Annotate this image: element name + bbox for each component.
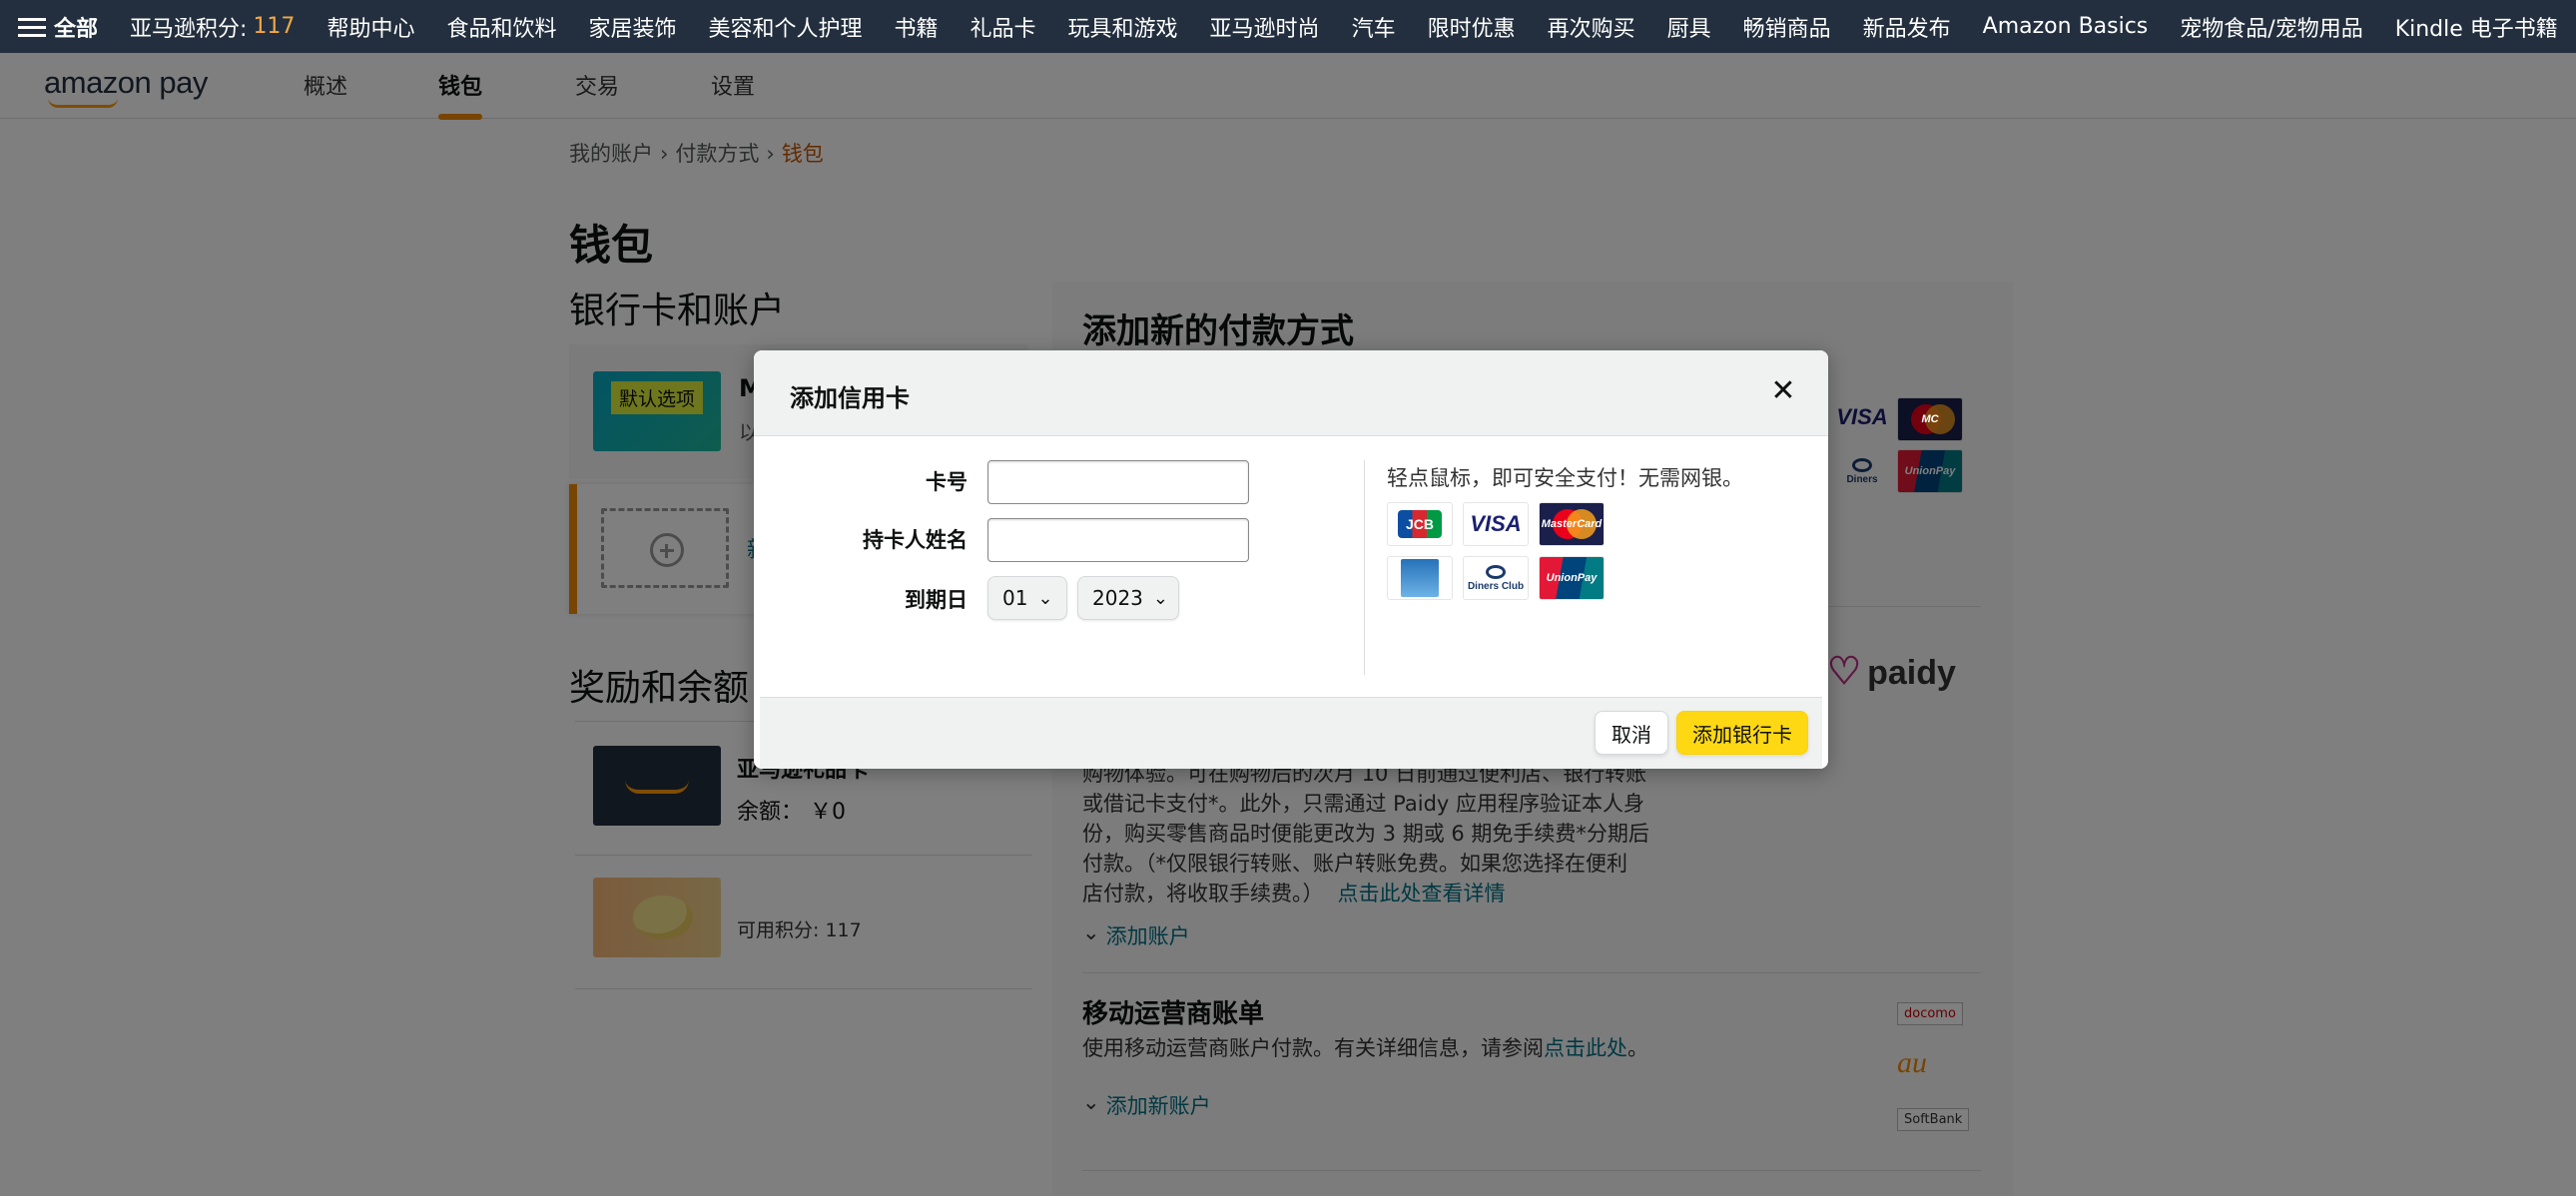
dialog-title: 添加信用卡 — [790, 384, 910, 412]
nav-item[interactable]: 宠物食品/宠物用品 — [2164, 0, 2378, 53]
card-number-input[interactable] — [987, 460, 1249, 504]
jcb-logo-text: JCB — [1397, 510, 1442, 538]
nav-item[interactable]: 厨具 — [1651, 0, 1727, 53]
dialog-footer: 取消 添加银行卡 — [760, 697, 1822, 769]
nav-item[interactable]: 玩具和游戏 — [1052, 0, 1194, 53]
points-label: 亚马逊积分: — [130, 16, 248, 42]
mastercard-logo-text: MasterCard — [1541, 518, 1603, 530]
amex-logo — [1387, 556, 1453, 600]
points-value: 117 — [253, 14, 296, 39]
expiry-label: 到期日 — [905, 588, 967, 612]
dialog-divider — [1364, 460, 1365, 675]
nav-item[interactable]: 限时优惠 — [1412, 0, 1532, 53]
card-number-label: 卡号 — [926, 470, 967, 494]
dialog-header: 添加信用卡 ✕ — [754, 350, 1828, 436]
nav-item[interactable]: 再次购买 — [1532, 0, 1651, 53]
jcb-logo: JCB — [1387, 502, 1453, 546]
nav-item[interactable]: 帮助中心 — [311, 0, 430, 53]
expiry-year-select[interactable]: 2023 ⌄ — [1077, 576, 1179, 620]
diners-logo-text: Diners Club — [1467, 580, 1525, 592]
mastercard-logo: MasterCard — [1539, 502, 1605, 546]
expiry-month-value: 01 — [1002, 586, 1028, 610]
nav-item[interactable]: 礼品卡 — [955, 0, 1052, 53]
nav-item[interactable]: 书籍 — [879, 0, 955, 53]
nav-item[interactable]: 畅销商品 — [1727, 0, 1847, 53]
close-icon[interactable]: ✕ — [1764, 372, 1802, 410]
expiry-month-select[interactable]: 01 ⌄ — [987, 576, 1067, 620]
points-link[interactable]: 亚马逊积分: 117 — [114, 0, 311, 53]
nav-item[interactable]: Kindle 电子书籍 — [2379, 0, 2574, 53]
hamburger-icon — [18, 16, 46, 38]
nav-item[interactable]: 新品发布 — [1847, 0, 1967, 53]
cancel-button[interactable]: 取消 — [1595, 711, 1668, 755]
nav-item[interactable]: 汽车 — [1336, 0, 1412, 53]
secure-pay-tip: 轻点鼠标，即可安全支付！无需网银。 — [1387, 466, 1743, 490]
nav-item[interactable]: 家居装饰 — [572, 0, 692, 53]
add-credit-card-dialog: 添加信用卡 ✕ 卡号 持卡人姓名 到期日 01 ⌄ 2023 ⌄ 轻点鼠标，即可安全… — [754, 350, 1828, 769]
nav-item[interactable]: 食品和饮料 — [430, 0, 572, 53]
all-menu-label: 全部 — [54, 16, 99, 42]
all-menu-button[interactable]: 全部 — [0, 0, 114, 53]
nav-item[interactable]: 亚马逊时尚 — [1194, 0, 1336, 53]
add-card-button[interactable]: 添加银行卡 — [1676, 711, 1808, 755]
cardholder-name-label: 持卡人姓名 — [863, 528, 967, 552]
diners-logo: Diners Club — [1463, 556, 1529, 600]
cardholder-name-input[interactable] — [987, 518, 1249, 562]
unionpay-logo: UnionPay — [1539, 556, 1605, 600]
amex-logo-mark — [1401, 559, 1439, 597]
nav-item[interactable]: 美容和个人护理 — [692, 0, 878, 53]
expiry-year-value: 2023 — [1092, 586, 1143, 610]
nav-item[interactable]: Amazon Basics — [1967, 0, 2165, 53]
accepted-cards: JCB VISA MasterCard Diners Club UnionPay — [1387, 502, 1605, 600]
chevron-down-icon: ⌄ — [1037, 587, 1053, 609]
top-nav: 全部 亚马逊积分: 117 帮助中心 食品和饮料 家居装饰 美容和个人护理 书籍 … — [0, 0, 2576, 53]
visa-logo: VISA — [1463, 502, 1529, 546]
chevron-down-icon: ⌄ — [1152, 587, 1168, 609]
